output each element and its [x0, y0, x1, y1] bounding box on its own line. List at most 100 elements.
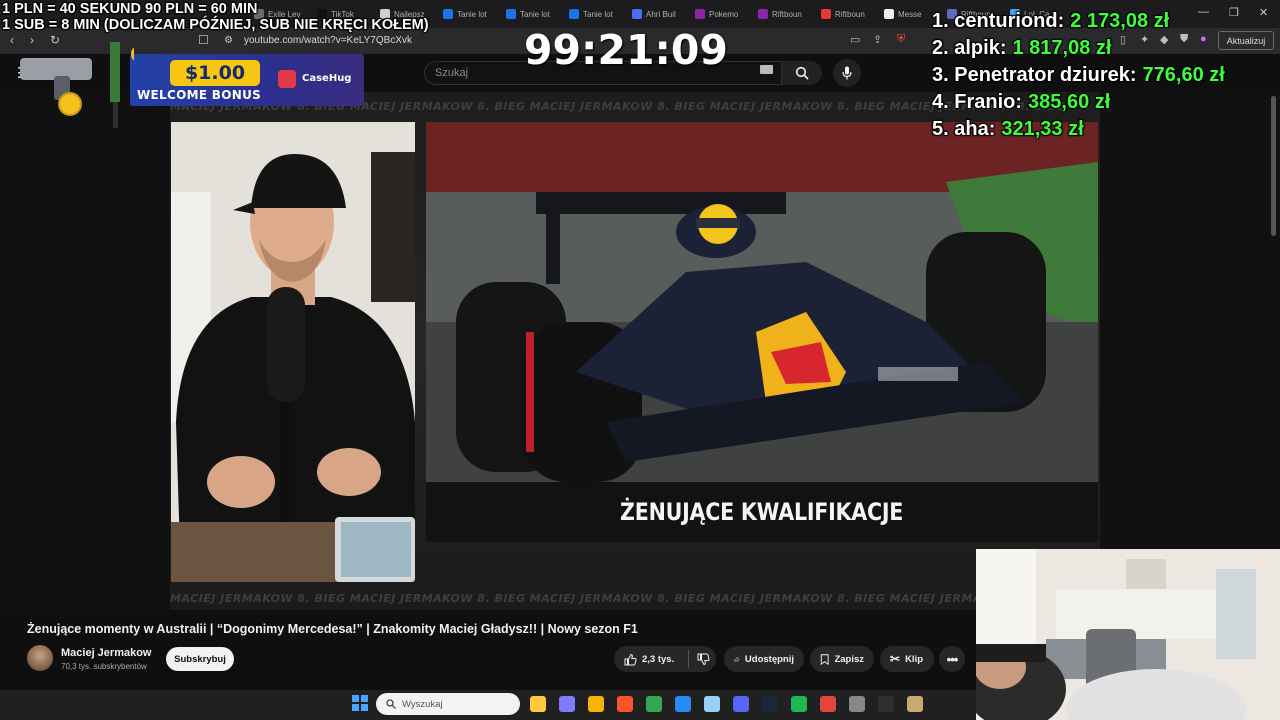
donor-name: 5. aha:: [932, 118, 996, 140]
update-button[interactable]: Aktualizuj: [1218, 31, 1274, 50]
tab-label: Riftboun: [835, 9, 865, 19]
streamer-webcam: [976, 549, 1280, 720]
copilot-icon[interactable]: [559, 696, 575, 712]
tab-label: Messe: [898, 9, 922, 19]
search-icon: [795, 66, 809, 80]
tab-label: Tanie lot: [457, 9, 487, 19]
video-player[interactable]: MACIEJ JERMAKOW 8. BIEG MACIEJ JERMAKOW …: [0, 92, 1280, 610]
tab-favicon-icon: [695, 9, 705, 19]
browser-tab[interactable]: Tanie lot: [569, 4, 626, 24]
tab-label: Tanie lot: [520, 9, 550, 19]
donation-amount: 1 817,08 zł: [1012, 37, 1112, 59]
donation-amount: 776,60 zł: [1142, 64, 1225, 86]
taskbar-search-input[interactable]: Wyszukaj: [376, 693, 520, 715]
donation-rules-overlay: 1 PLN = 40 SEKUND 90 PLN = 60 MIN 1 SUB …: [2, 1, 429, 33]
tab-favicon-icon: [632, 9, 642, 19]
video-caption-banner: ŻENUJĄCE KWALIFIKACJE: [426, 482, 1098, 542]
dislike-button[interactable]: [690, 646, 716, 672]
tab-favicon-icon: [884, 9, 894, 19]
store-icon[interactable]: [675, 696, 691, 712]
share-page-icon[interactable]: ⇪: [873, 33, 882, 46]
browser-tab[interactable]: Tanie lot: [506, 4, 563, 24]
casehug-logo-icon: [278, 70, 296, 88]
browser-tab[interactable]: Tanie lot: [443, 4, 500, 24]
tab-favicon-icon: [821, 9, 831, 19]
video-caption: ŻENUJĄCE KWALIFIKACJE: [620, 498, 904, 526]
chrome-icon[interactable]: [646, 696, 662, 712]
donor-name: 1. centuriond:: [932, 10, 1065, 32]
browser-tab[interactable]: Riftboun: [758, 4, 815, 24]
search-button[interactable]: [782, 61, 822, 85]
thumbs-up-icon: [624, 653, 637, 665]
bookmark-save-icon: [820, 653, 829, 665]
share-label: Udostępnij: [744, 653, 794, 665]
channel-avatar[interactable]: [27, 645, 53, 671]
cast-icon[interactable]: ▭: [850, 33, 860, 46]
leaderboard-row: 3. Penetrator dziurek: 776,60 zł: [932, 62, 1225, 89]
brave-nightly-icon[interactable]: [820, 696, 836, 712]
casehug-promo-banner: $1.00 WELCOME BONUS CaseHug: [14, 42, 364, 132]
settings-icon[interactable]: [849, 696, 865, 712]
tab-label: Ahri Buil: [646, 9, 676, 19]
windows-start-icon[interactable]: [352, 695, 368, 711]
keyboard-icon[interactable]: [760, 65, 773, 74]
donation-leaderboard: 1. centuriond: 2 173,08 zł 2. alpik: 1 817,…: [932, 8, 1225, 143]
channel-name[interactable]: Maciej Jermakow: [61, 647, 152, 659]
clip-button[interactable]: ✂ Klip: [880, 646, 934, 672]
tab-label: Tanie lot: [583, 9, 613, 19]
donation-amount: 321,33 zł: [1001, 118, 1084, 140]
tab-label: Pokemo: [709, 9, 739, 19]
donor-name: 4. Franio:: [932, 91, 1023, 113]
share-icon: [734, 656, 740, 663]
donor-name: 3. Penetrator dziurek:: [932, 64, 1137, 86]
donation-amount: 385,60 zł: [1028, 91, 1111, 113]
tab-favicon-icon: [758, 9, 768, 19]
tab-label: Riftboun: [772, 9, 802, 19]
promo-brand: CaseHug: [302, 73, 352, 84]
steam-icon[interactable]: [762, 696, 778, 712]
tab-favicon-icon: [506, 9, 516, 19]
subathon-timer: 99:21:09: [524, 26, 728, 74]
share-button[interactable]: Udostępnij: [724, 646, 804, 672]
spotify-icon[interactable]: [791, 696, 807, 712]
folder-icon[interactable]: [588, 696, 604, 712]
browser-tab[interactable]: Ahri Buil: [632, 4, 689, 24]
tab-favicon-icon: [443, 9, 453, 19]
close-icon[interactable]: ✕: [1259, 6, 1268, 19]
obs-icon[interactable]: [878, 696, 894, 712]
leaderboard-row: 5. aha: 321,33 zł: [932, 116, 1225, 143]
file-explorer-icon[interactable]: [530, 696, 546, 712]
promo-art-icon: [20, 42, 134, 128]
like-divider: [688, 650, 689, 668]
subscribe-button[interactable]: Subskrybuj: [166, 647, 234, 671]
discord-icon[interactable]: [733, 696, 749, 712]
thumbs-down-icon: [697, 653, 710, 665]
maximize-icon[interactable]: ❐: [1229, 6, 1239, 19]
notepad-icon[interactable]: [704, 696, 720, 712]
save-button[interactable]: Zapisz: [810, 646, 874, 672]
promo-bonus-text: WELCOME BONUS: [137, 88, 262, 102]
microphone-icon: [842, 66, 852, 80]
save-label: Zapisz: [834, 653, 864, 665]
page-scrollbar[interactable]: [1271, 96, 1276, 236]
presenter-image: [171, 122, 415, 582]
more-actions-button[interactable]: •••: [939, 646, 965, 672]
donation-rule-sub: 1 SUB = 8 MIN (DOLICZAM PÓŹNIEJ, SUB NIE…: [2, 17, 429, 33]
donation-rule-pln: 1 PLN = 40 SEKUND 90 PLN = 60 MIN: [2, 1, 258, 17]
video-band-bottom: MACIEJ JERMAKOW 8. BIEG MACIEJ JERMAKOW …: [170, 592, 1066, 605]
taskbar-search-icon: [386, 699, 396, 709]
video-title: Żenujące momenty w Australii | “Dogonimy…: [27, 622, 638, 636]
donor-name: 2. alpik:: [932, 37, 1007, 59]
voice-search-button[interactable]: [833, 59, 861, 87]
scissors-icon: ✂: [890, 652, 901, 666]
brave-icon[interactable]: [617, 696, 633, 712]
brave-shield-icon[interactable]: ⛨: [897, 33, 905, 46]
browser-tab[interactable]: Pokemo: [695, 4, 752, 24]
browser-tab[interactable]: Riftboun: [821, 4, 878, 24]
like-count: 2,3 tys.: [642, 653, 675, 665]
taskbar-search-placeholder: Wyszukaj: [402, 698, 443, 710]
promo-amount: $1.00: [170, 60, 260, 86]
league-icon[interactable]: [907, 696, 923, 712]
subscriber-count: 70,3 tys. subskrybentów: [61, 662, 147, 671]
leaderboard-row: 4. Franio: 385,60 zł: [932, 89, 1225, 116]
